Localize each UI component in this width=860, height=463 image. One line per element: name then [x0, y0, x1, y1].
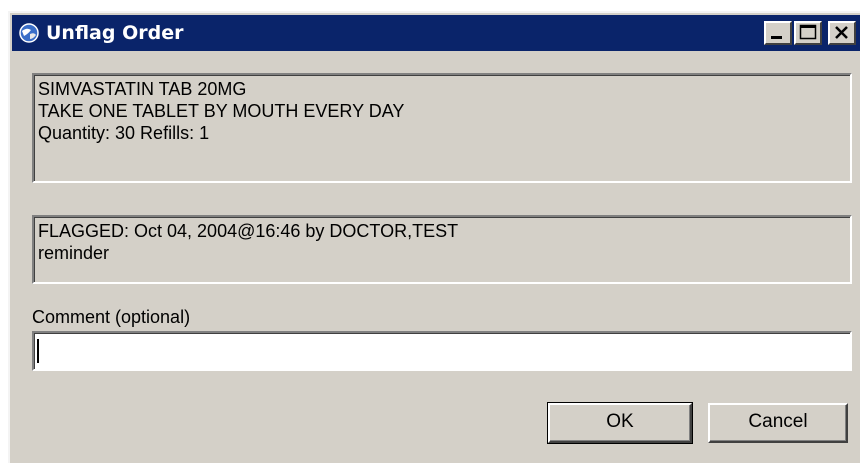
comment-input[interactable] [32, 331, 852, 371]
close-icon [835, 26, 848, 39]
app-globe-icon [18, 22, 40, 44]
flagged-line: FLAGGED: Oct 04, 2004@16:46 by DOCTOR,TE… [38, 221, 459, 241]
cancel-button[interactable]: Cancel [708, 403, 848, 443]
unflag-order-dialog: Unflag Order SIMVASTATIN TAB 20MG TAKE O… [8, 11, 860, 463]
ok-button[interactable]: OK [547, 402, 693, 444]
minimize-button[interactable] [764, 21, 792, 45]
text-caret [37, 339, 39, 363]
flag-reason: reminder [38, 243, 110, 263]
comment-label: Comment (optional) [32, 307, 191, 327]
order-sig: TAKE ONE TABLET BY MOUTH EVERY DAY [38, 101, 405, 121]
order-quantity-refills: Quantity: 30 Refills: 1 [38, 123, 210, 143]
maximize-icon [799, 24, 817, 40]
title-bar[interactable]: Unflag Order [12, 15, 860, 51]
order-drug: SIMVASTATIN TAB 20MG [38, 79, 247, 99]
flag-details-box: FLAGGED: Oct 04, 2004@16:46 by DOCTOR,TE… [32, 215, 852, 284]
maximize-button[interactable] [794, 21, 822, 45]
order-details-box: SIMVASTATIN TAB 20MG TAKE ONE TABLET BY … [32, 73, 852, 183]
close-button[interactable] [828, 21, 856, 45]
minimize-icon [771, 36, 782, 39]
window-title: Unflag Order [46, 22, 184, 44]
